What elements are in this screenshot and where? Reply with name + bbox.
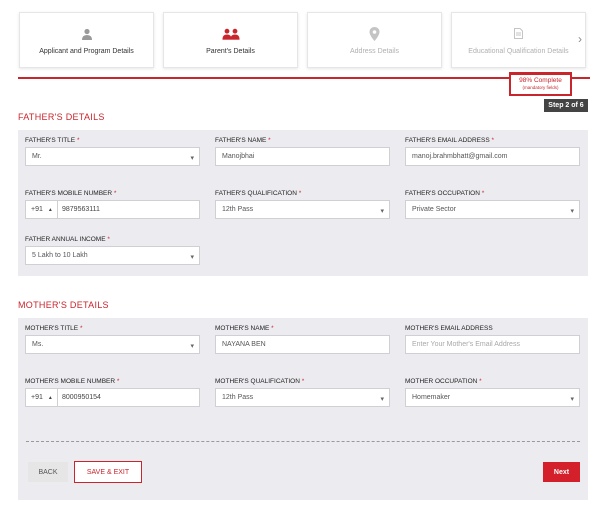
mother-qualification-value: 12th Pass bbox=[222, 394, 254, 401]
caret-up-icon: ▲ bbox=[47, 206, 53, 213]
father-mobile-field: FATHER'S MOBILE NUMBER * +91 ▲ 9879563111 bbox=[25, 190, 200, 219]
father-qualification-select[interactable]: 12th Pass bbox=[215, 200, 390, 219]
parents-icon bbox=[222, 26, 240, 42]
father-mobile-input[interactable]: +91 ▲ 9879563111 bbox=[25, 200, 200, 219]
country-code: +91 bbox=[31, 394, 43, 401]
mother-qualification-field: MOTHER'S QUALIFICATION * 12th Pass bbox=[215, 378, 390, 407]
father-title-label: FATHER'S TITLE bbox=[25, 137, 76, 144]
back-button[interactable]: BACK bbox=[28, 462, 68, 482]
mother-title-select[interactable]: Ms. bbox=[25, 335, 200, 354]
mother-occupation-value: Homemaker bbox=[412, 394, 451, 401]
mother-qualification-label: MOTHER'S QUALIFICATION bbox=[215, 378, 300, 385]
progress-note: (mandatory fields) bbox=[522, 85, 559, 90]
step-address[interactable]: Address Details bbox=[307, 12, 442, 68]
father-title-field: FATHER'S TITLE * Mr. bbox=[25, 137, 200, 166]
father-mobile-value: 9879563111 bbox=[62, 206, 100, 213]
divider bbox=[26, 441, 580, 442]
father-name-label: FATHER'S NAME bbox=[215, 137, 267, 144]
progress-percent: 98% Complete bbox=[519, 77, 562, 84]
country-code-select[interactable]: +91 ▲ bbox=[26, 389, 58, 406]
mother-occupation-select[interactable]: Homemaker bbox=[405, 388, 580, 407]
mothers-details-heading: MOTHER'S DETAILS bbox=[18, 300, 109, 310]
mother-email-input[interactable]: Enter Your Mother's Email Address bbox=[405, 335, 580, 354]
fathers-details-heading: FATHER'S DETAILS bbox=[18, 112, 105, 122]
father-occupation-select[interactable]: Private Sector bbox=[405, 200, 580, 219]
next-button[interactable]: Next bbox=[543, 462, 580, 482]
save-exit-button[interactable]: SAVE & EXIT bbox=[74, 461, 142, 483]
father-email-input[interactable]: manoj.brahmbhatt@gmail.com bbox=[405, 147, 580, 166]
document-icon bbox=[514, 26, 523, 42]
father-occupation-field: FATHER'S OCCUPATION * Private Sector bbox=[405, 190, 580, 219]
father-income-value: 5 Lakh to 10 Lakh bbox=[32, 252, 88, 259]
step-badge: Step 2 of 6 bbox=[544, 99, 588, 112]
mother-name-label: MOTHER'S NAME bbox=[215, 325, 270, 332]
father-income-select[interactable]: 5 Lakh to 10 Lakh bbox=[25, 246, 200, 265]
mother-name-input[interactable]: NAYANA BEN bbox=[215, 335, 390, 354]
mother-mobile-input[interactable]: +91 ▲ 8000950154 bbox=[25, 388, 200, 407]
father-title-value: Mr. bbox=[32, 153, 42, 160]
father-name-field: FATHER'S NAME * Manojbhai bbox=[215, 137, 390, 166]
mother-occupation-field: MOTHER OCCUPATION * Homemaker bbox=[405, 378, 580, 407]
country-code-select[interactable]: +91 ▲ bbox=[26, 201, 58, 218]
fathers-details-panel: FATHER'S TITLE * Mr. FATHER'S NAME * Man… bbox=[18, 130, 588, 276]
mother-occupation-label: MOTHER OCCUPATION bbox=[405, 378, 478, 385]
step-applicant-program[interactable]: Applicant and Program Details bbox=[19, 12, 154, 68]
father-name-value: Manojbhai bbox=[222, 153, 255, 160]
mother-mobile-label: MOTHER'S MOBILE NUMBER bbox=[25, 378, 116, 385]
person-icon bbox=[81, 26, 93, 42]
father-email-field: FATHER'S EMAIL ADDRESS * manoj.brahmbhat… bbox=[405, 137, 580, 166]
progress-indicator: 98% Complete (mandatory fields) bbox=[509, 72, 572, 96]
father-qualification-value: 12th Pass bbox=[222, 206, 254, 213]
mother-qualification-select[interactable]: 12th Pass bbox=[215, 388, 390, 407]
mother-title-value: Ms. bbox=[32, 341, 44, 348]
father-name-input[interactable]: Manojbhai bbox=[215, 147, 390, 166]
father-income-label: FATHER ANNUAL INCOME bbox=[25, 236, 106, 243]
step-label: Address Details bbox=[349, 47, 400, 55]
step-tabs: Applicant and Program Details Parent's D… bbox=[19, 12, 586, 68]
father-income-field: FATHER ANNUAL INCOME * 5 Lakh to 10 Lakh bbox=[25, 236, 200, 265]
chevron-right-icon[interactable]: › bbox=[578, 32, 582, 46]
mother-mobile-value: 8000950154 bbox=[62, 394, 101, 401]
progress-line bbox=[18, 77, 590, 79]
country-code: +91 bbox=[31, 206, 43, 213]
step-label: Parent's Details bbox=[206, 47, 255, 55]
step-parents[interactable]: Parent's Details bbox=[163, 12, 298, 68]
caret-up-icon: ▲ bbox=[47, 394, 53, 401]
mother-title-field: MOTHER'S TITLE * Ms. bbox=[25, 325, 200, 354]
father-occupation-value: Private Sector bbox=[412, 206, 456, 213]
father-qualification-label: FATHER'S QUALIFICATION bbox=[215, 190, 297, 197]
location-pin-icon bbox=[369, 26, 380, 42]
step-label: Applicant and Program Details bbox=[39, 47, 134, 55]
father-title-select[interactable]: Mr. bbox=[25, 147, 200, 166]
mother-email-label: MOTHER'S EMAIL ADDRESS bbox=[405, 325, 493, 332]
father-email-value: manoj.brahmbhatt@gmail.com bbox=[412, 153, 508, 160]
mother-name-field: MOTHER'S NAME * NAYANA BEN bbox=[215, 325, 390, 354]
mother-mobile-field: MOTHER'S MOBILE NUMBER * +91 ▲ 8000950154 bbox=[25, 378, 200, 407]
father-occupation-label: FATHER'S OCCUPATION bbox=[405, 190, 480, 197]
mother-email-field: MOTHER'S EMAIL ADDRESS Enter Your Mother… bbox=[405, 325, 580, 354]
step-label: Educational Qualification Details bbox=[468, 47, 569, 55]
mother-title-label: MOTHER'S TITLE bbox=[25, 325, 79, 332]
mother-email-placeholder: Enter Your Mother's Email Address bbox=[412, 341, 520, 348]
step-educational[interactable]: Educational Qualification Details bbox=[451, 12, 586, 68]
father-qualification-field: FATHER'S QUALIFICATION * 12th Pass bbox=[215, 190, 390, 219]
father-email-label: FATHER'S EMAIL ADDRESS bbox=[405, 137, 490, 144]
mother-name-value: NAYANA BEN bbox=[222, 341, 266, 348]
father-mobile-label: FATHER'S MOBILE NUMBER bbox=[25, 190, 113, 197]
